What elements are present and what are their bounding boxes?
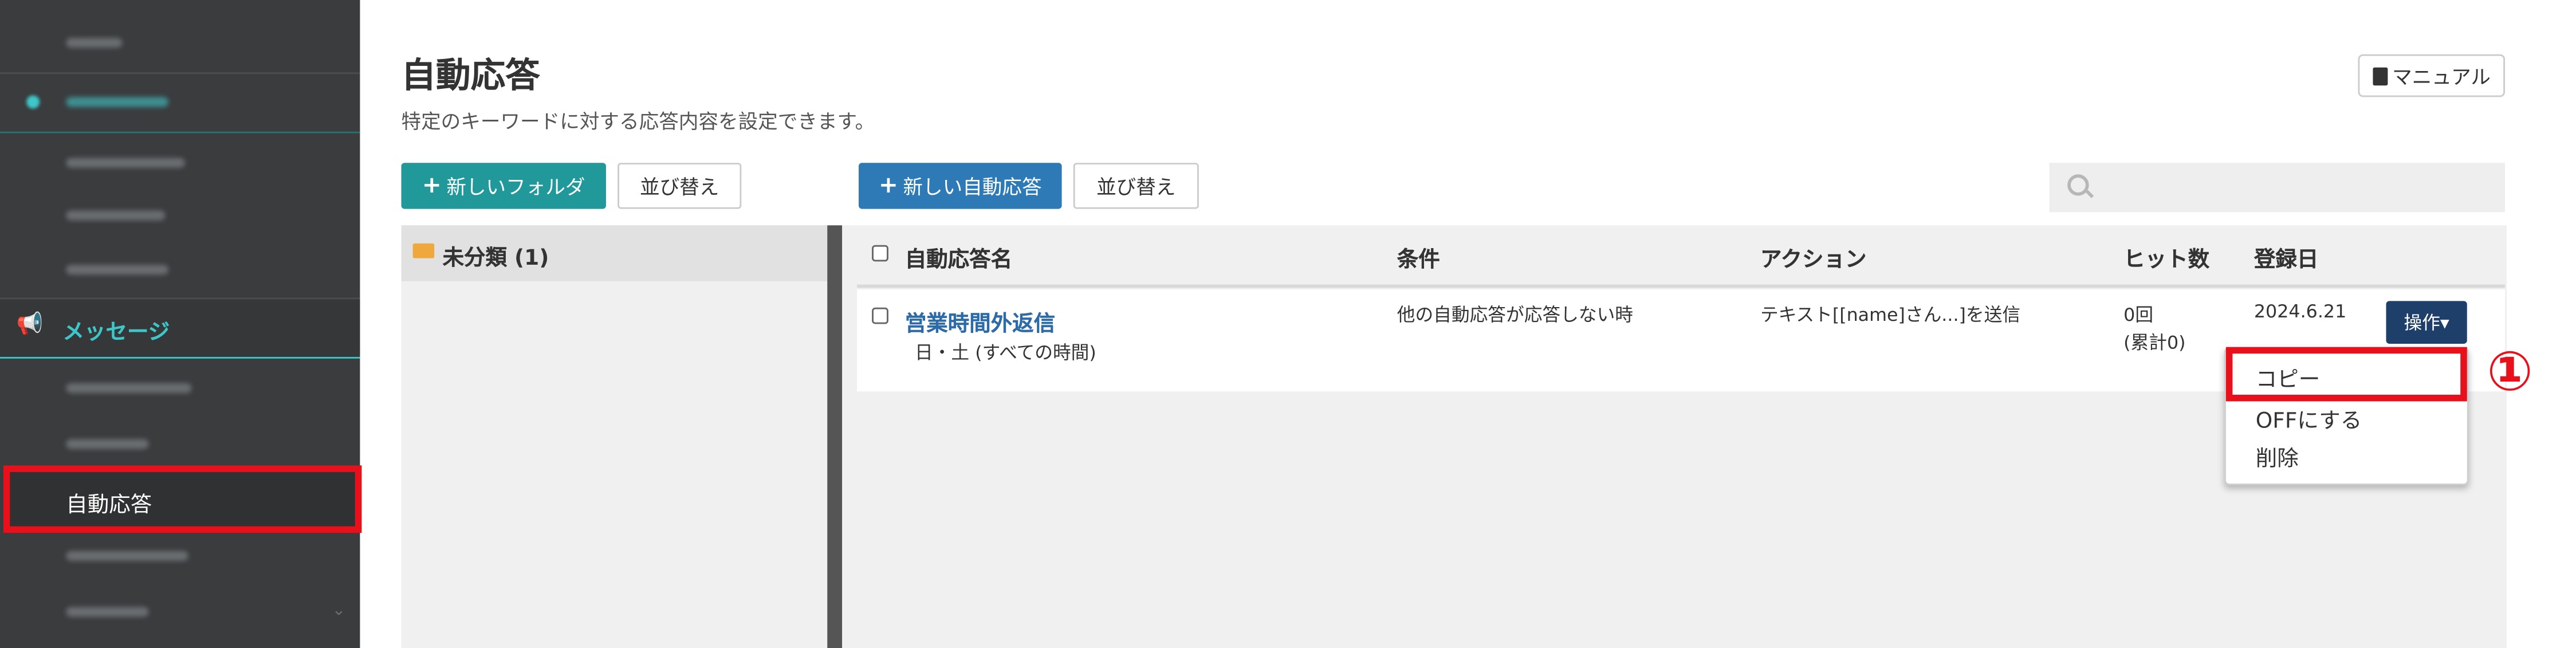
sidebar-item-blurred[interactable] — [66, 265, 169, 275]
page-title: 自動応答 — [401, 56, 540, 96]
sidebar-divider — [0, 72, 360, 74]
sidebar-item-blurred[interactable] — [66, 210, 166, 221]
highlight-box — [2225, 347, 2467, 402]
menu-item-turn-off[interactable]: OFFにする — [2256, 403, 2362, 434]
plus-icon: + — [878, 172, 898, 199]
sidebar-item-blurred[interactable] — [66, 97, 169, 107]
manual-button-label: マニュアル — [2392, 65, 2491, 88]
sidebar-divider — [0, 356, 360, 359]
sidebar-item-blurred[interactable] — [66, 383, 192, 394]
sidebar-item-auto-response[interactable]: 自動応答 — [3, 465, 362, 533]
sidebar-item-blurred[interactable] — [66, 607, 149, 617]
book-icon — [2372, 66, 2388, 85]
date-cell: 2024.6.21 — [2253, 301, 2347, 323]
action-cell: テキスト[[name]さん...]を送信 — [1760, 304, 2021, 326]
new-auto-response-button[interactable]: + 新しい自動応答 — [859, 163, 1062, 209]
new-auto-response-label: 新しい自動応答 — [903, 175, 1042, 198]
manual-button[interactable]: マニュアル — [2358, 54, 2506, 97]
new-folder-label: 新しいフォルダ — [446, 175, 585, 198]
row-checkbox[interactable] — [872, 307, 888, 324]
operations-button[interactable]: 操作▾ — [2386, 301, 2467, 344]
condition-cell: 他の自動応答が応答しない時 — [1397, 304, 1633, 326]
folder-label: 未分類 (1) — [442, 246, 549, 272]
folder-sort-button[interactable]: 並び替え — [618, 163, 742, 209]
sidebar-item-blurred[interactable] — [66, 38, 123, 48]
folder-sort-label: 並び替え — [640, 175, 719, 198]
megaphone-icon: 📢 — [16, 312, 44, 337]
response-sort-button[interactable]: 並び替え — [1073, 163, 1199, 209]
menu-item-delete[interactable]: 削除 — [2256, 441, 2299, 472]
page-subtitle: 特定のキーワードに対する応答内容を設定できます。 — [401, 110, 875, 133]
search-icon — [2067, 174, 2089, 196]
select-all-checkbox[interactable] — [872, 245, 888, 262]
auto-response-name-link[interactable]: 営業時間外返信 — [905, 306, 1055, 337]
column-header-hits: ヒット数 — [2123, 248, 2210, 273]
new-folder-button[interactable]: + 新しいフォルダ — [401, 163, 606, 209]
column-header-condition: 条件 — [1397, 248, 1440, 273]
search-input[interactable] — [2049, 163, 2506, 213]
folder-open-icon — [412, 243, 435, 258]
operations-label: 操作▾ — [2404, 312, 2449, 334]
column-header-date: 登録日 — [2253, 248, 2319, 273]
plus-icon: + — [422, 172, 442, 199]
column-header-name: 自動応答名 — [904, 248, 1013, 273]
hits-total-cell: (累計0) — [2123, 332, 2186, 354]
hits-cell: 0回 — [2123, 304, 2154, 326]
response-sort-label: 並び替え — [1096, 175, 1176, 198]
sidebar-item-blurred[interactable] — [66, 439, 149, 449]
column-header-action: アクション — [1760, 248, 1867, 273]
pane-splitter[interactable] — [827, 225, 843, 648]
sidebar-divider — [0, 131, 360, 133]
sidebar-item-label: 自動応答 — [66, 493, 152, 519]
sidebar: 📢 メッセージ 自動応答 ⌄ — [0, 0, 362, 648]
chevron-down-icon: ⌄ — [332, 602, 346, 620]
table-header-divider — [857, 284, 2506, 288]
sidebar-item-blurred[interactable] — [66, 158, 185, 168]
step-number-annotation: ① — [2487, 339, 2533, 403]
sidebar-item-blurred[interactable] — [66, 551, 188, 561]
folder-pane — [401, 225, 828, 648]
sidebar-section-label: メッセージ — [62, 320, 170, 345]
auto-response-schedule: 日・土 (すべての時間) — [915, 342, 1096, 364]
dot-icon — [26, 95, 40, 109]
sidebar-section[interactable]: 📢 メッセージ — [0, 299, 360, 357]
